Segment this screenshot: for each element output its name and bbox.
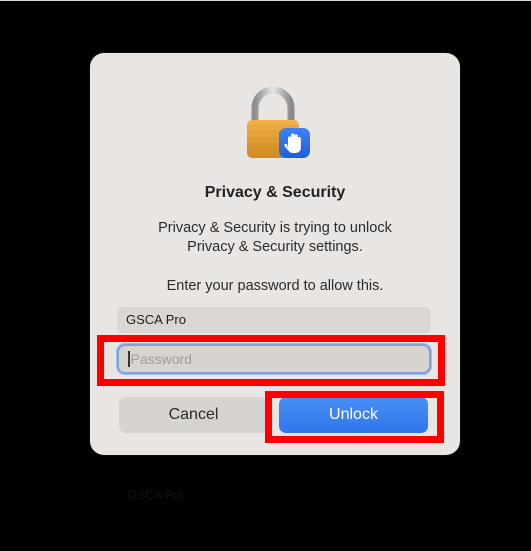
password-prompt: Enter your password to allow this.	[166, 278, 384, 294]
dialog-message-line-2: Privacy & Security settings.	[187, 239, 363, 255]
padlock-with-hand-icon	[243, 86, 315, 162]
unlock-button-highlight	[265, 391, 444, 443]
dialog-message-line-1: Privacy & Security is trying to unlock	[158, 220, 392, 236]
top-frame-border	[0, 0, 531, 1]
cancel-button[interactable]: Cancel	[119, 397, 268, 433]
dialog-message: Privacy & Security is trying to unlock P…	[90, 219, 460, 257]
password-field-highlight	[97, 335, 445, 386]
username-value: GSCA Pro	[126, 312, 186, 327]
dialog-title: Privacy & Security	[204, 184, 346, 201]
username-field[interactable]: GSCA Pro	[117, 307, 431, 333]
background-caption: GSCA Pro	[128, 488, 184, 502]
